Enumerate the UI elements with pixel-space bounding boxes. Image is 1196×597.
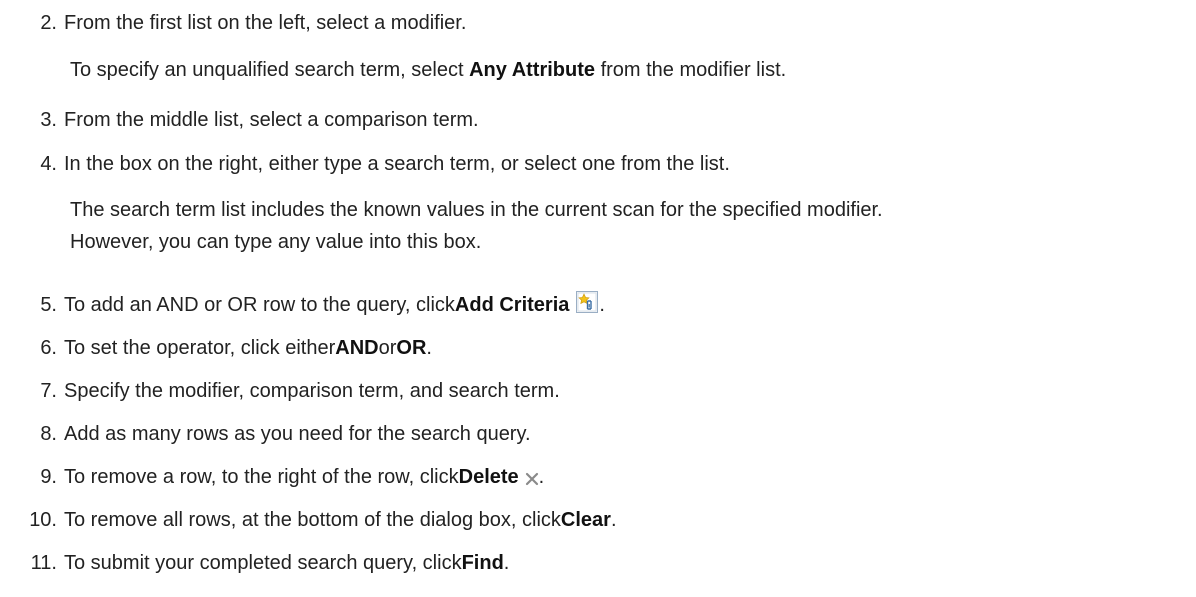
step-number: 10. xyxy=(29,508,57,531)
step-3: 3. From the middle list, select a compar… xyxy=(0,103,479,137)
step-text: Specify the modifier, comparison term, a… xyxy=(64,379,560,402)
delete-label: Delete xyxy=(458,465,519,488)
step-text: To add an AND or OR row to the query, cl… xyxy=(64,293,455,316)
step-text-mid: or xyxy=(378,336,397,359)
step-number: 2. xyxy=(40,11,57,34)
step-text-end: . xyxy=(426,336,432,359)
step-4: 4. In the box on the right, either type … xyxy=(0,147,730,181)
step-text: From the first list on the left, select … xyxy=(64,11,467,34)
step-number: 11. xyxy=(30,551,57,574)
note-text: from the modifier list. xyxy=(595,59,787,81)
clear-label: Clear xyxy=(560,508,611,531)
step-4-note-line-1: The search term list includes the known … xyxy=(70,199,883,221)
step-4-note-line-2: However, you can type any value into thi… xyxy=(70,231,482,253)
step-7: 7. Specify the modifier, comparison term… xyxy=(0,374,560,408)
step-text-end: . xyxy=(610,508,617,531)
step-number: 9. xyxy=(40,465,57,488)
step-text: To submit your completed search query, c… xyxy=(64,551,462,574)
step-number: 3. xyxy=(40,108,57,131)
step-text-end: . xyxy=(538,465,545,488)
step-11: 11. To submit your completed search quer… xyxy=(0,546,510,580)
note-bold-any-attribute: Any Attribute xyxy=(469,59,596,81)
step-text-end: . xyxy=(599,293,605,316)
and-label: AND xyxy=(335,336,379,359)
step-2: 2. From the first list on the left, sele… xyxy=(0,6,466,40)
step-text: Add as many rows as you need for the sea… xyxy=(64,422,531,445)
step-2-note: To specify an unqualified search term, s… xyxy=(70,54,786,86)
step-number: 6. xyxy=(40,336,57,359)
step-number: 7. xyxy=(40,379,57,402)
or-label: OR xyxy=(396,336,427,359)
delete-icon xyxy=(525,469,539,486)
find-label: Find xyxy=(461,551,504,574)
step-6: 6. To set the operator, click either AND… xyxy=(0,331,432,365)
step-number: 8. xyxy=(40,422,57,445)
step-number: 5. xyxy=(40,293,57,316)
step-text: To remove all rows, at the bottom of the… xyxy=(64,508,561,531)
note-text: To specify an unqualified search term, s… xyxy=(70,59,470,81)
step-text: In the box on the right, either type a s… xyxy=(64,152,730,175)
step-text: To set the operator, click either xyxy=(64,336,336,359)
step-number: 4. xyxy=(40,152,57,175)
add-criteria-icon xyxy=(575,290,599,314)
step-5: 5. To add an AND or OR row to the query,… xyxy=(0,288,605,322)
step-8: 8. Add as many rows as you need for the … xyxy=(0,417,531,451)
step-text: To remove a row, to the right of the row… xyxy=(64,465,459,488)
step-9: 9. To remove a row, to the right of the … xyxy=(0,460,544,494)
step-text: From the middle list, select a compariso… xyxy=(64,108,479,131)
add-criteria-label: Add Criteria xyxy=(454,293,570,316)
step-10: 10. To remove all rows, at the bottom of… xyxy=(0,503,617,537)
step-text-end: . xyxy=(503,551,510,574)
